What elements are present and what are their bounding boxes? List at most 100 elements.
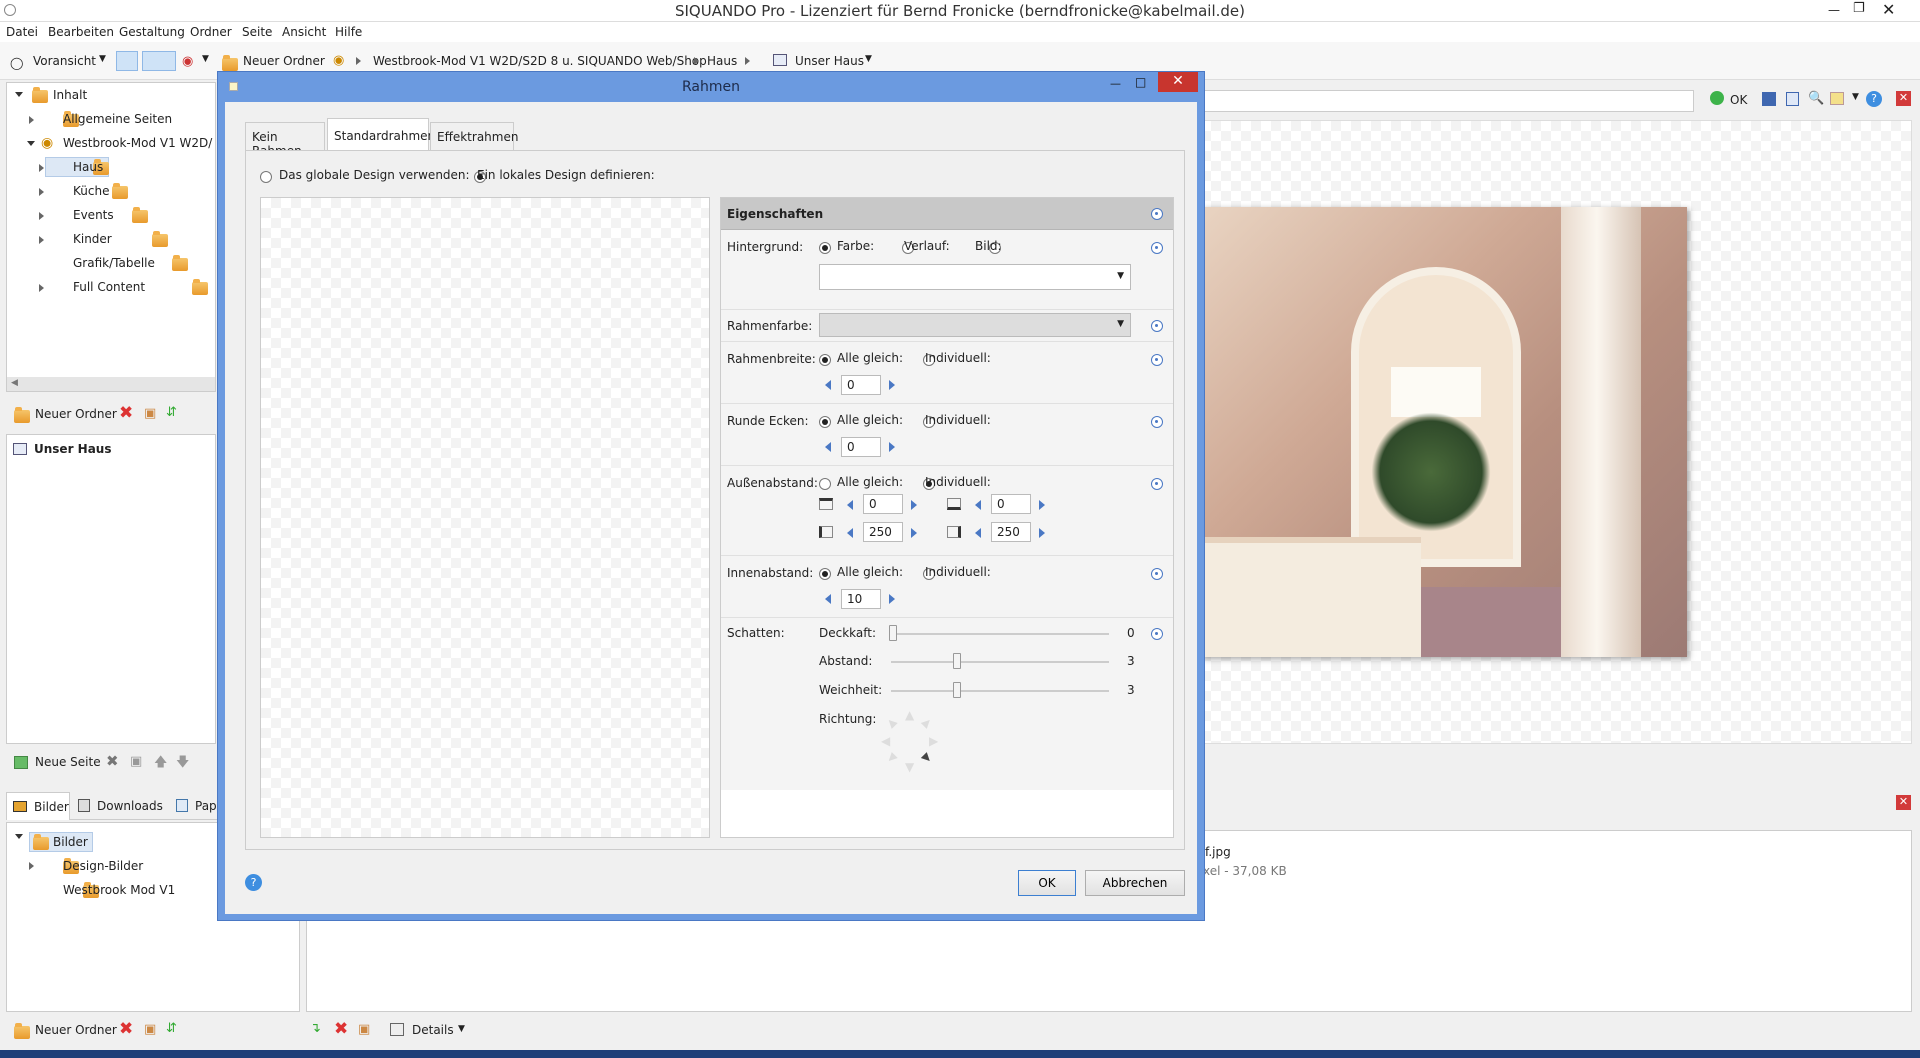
new-folder-button[interactable]: Neuer Ordner bbox=[35, 1023, 117, 1037]
page-preview-icon[interactable] bbox=[1786, 92, 1799, 106]
menu-bearbeiten[interactable]: Bearbeiten bbox=[48, 25, 114, 39]
tree-item-bilder[interactable]: Bilder bbox=[53, 835, 88, 849]
increment-icon[interactable] bbox=[889, 442, 895, 452]
maximize-icon[interactable]: □ bbox=[1135, 75, 1146, 89]
tree-item-events[interactable]: Events bbox=[73, 208, 114, 222]
decrement-icon[interactable] bbox=[825, 442, 831, 452]
breadcrumb-unser-haus[interactable]: Unser Haus bbox=[795, 54, 864, 68]
border-color-select[interactable]: ▼ bbox=[819, 313, 1131, 337]
new-page-button[interactable]: Neue Seite bbox=[35, 755, 101, 769]
close-panel-icon[interactable]: ✕ bbox=[1896, 795, 1911, 810]
direction-down-right-icon[interactable]: ▲ bbox=[920, 751, 935, 766]
ecken-all-radio[interactable] bbox=[819, 415, 831, 428]
minimize-icon[interactable]: — bbox=[1110, 77, 1121, 90]
help-icon[interactable]: ? bbox=[245, 874, 262, 891]
direction-up-right-icon[interactable]: ▲ bbox=[920, 715, 935, 730]
chevron-down-icon[interactable]: ▼ bbox=[202, 54, 209, 64]
sort-icon[interactable]: ⇵ bbox=[166, 1021, 177, 1036]
preview-button[interactable]: Voransicht bbox=[33, 54, 96, 68]
expand-icon[interactable] bbox=[39, 164, 44, 172]
margin-right-input[interactable]: 0 bbox=[991, 494, 1031, 514]
reset-icon[interactable] bbox=[1151, 354, 1163, 366]
move-down-icon[interactable]: 🡇 bbox=[176, 753, 189, 775]
close-editor-icon[interactable]: ✕ bbox=[1896, 91, 1911, 106]
search-icon[interactable]: 🔍 bbox=[1808, 91, 1824, 106]
farbe-radio[interactable] bbox=[819, 241, 831, 254]
rahmenbreite-all-radio[interactable] bbox=[819, 353, 831, 366]
expand-icon[interactable] bbox=[39, 284, 44, 292]
abstand-track[interactable] bbox=[891, 661, 1109, 663]
scroll-left-icon[interactable]: ◀ bbox=[11, 378, 18, 388]
file-name[interactable]: f.jpg bbox=[1205, 845, 1231, 859]
tab-bilder[interactable]: Bilder bbox=[6, 792, 70, 820]
increment-icon[interactable] bbox=[1039, 500, 1045, 510]
reset-icon[interactable] bbox=[1151, 568, 1163, 580]
tree-item-haus[interactable]: Haus bbox=[73, 160, 103, 174]
margin-top-input[interactable]: 0 bbox=[863, 494, 903, 514]
delete-icon[interactable]: ✖ bbox=[119, 1019, 133, 1039]
decrement-icon[interactable] bbox=[847, 528, 853, 538]
horizontal-scrollbar[interactable] bbox=[7, 377, 215, 391]
tree-item-westbrook-mod[interactable]: Westbrook Mod V1 bbox=[63, 883, 175, 897]
menu-gestaltung[interactable]: Gestaltung bbox=[119, 25, 185, 39]
delete-icon[interactable]: ✖ bbox=[106, 752, 119, 770]
rahmenbreite-input[interactable]: 0 bbox=[841, 375, 881, 395]
close-icon[interactable]: ✕ bbox=[1882, 0, 1895, 19]
tab-effektrahmen[interactable]: Effektrahmen bbox=[430, 122, 518, 150]
ok-button[interactable]: OK bbox=[1730, 93, 1747, 107]
decrement-icon[interactable] bbox=[975, 528, 981, 538]
weichheit-track[interactable] bbox=[891, 690, 1109, 692]
tree-item-design-bilder[interactable]: Design-Bilder bbox=[63, 859, 143, 873]
menu-seite[interactable]: Seite bbox=[242, 25, 272, 39]
chevron-down-icon[interactable]: ▼ bbox=[865, 54, 872, 64]
tree-item-kueche[interactable]: Küche bbox=[73, 184, 109, 198]
reset-icon[interactable] bbox=[1151, 242, 1163, 254]
deckkraft-slider[interactable] bbox=[889, 625, 897, 641]
menu-datei[interactable]: Datei bbox=[6, 25, 38, 39]
copy-icon[interactable]: ▣ bbox=[144, 1022, 156, 1037]
ecken-input[interactable]: 0 bbox=[841, 437, 881, 457]
ok-button[interactable]: OK bbox=[1018, 870, 1076, 896]
tree-item-kinder[interactable]: Kinder bbox=[73, 232, 112, 246]
expand-icon[interactable] bbox=[27, 141, 35, 150]
sort-icon[interactable]: ⇵ bbox=[166, 405, 177, 420]
increment-icon[interactable] bbox=[911, 528, 917, 538]
stamp-icon[interactable]: ◉ bbox=[182, 54, 193, 69]
direction-up-left-icon[interactable]: ▲ bbox=[884, 715, 899, 730]
expand-icon[interactable] bbox=[39, 236, 44, 244]
margin-left-input[interactable]: 250 bbox=[863, 522, 903, 542]
delete-icon[interactable]: ✖ bbox=[334, 1019, 348, 1039]
innen-all-radio[interactable] bbox=[819, 567, 831, 580]
copy-icon[interactable]: ▣ bbox=[358, 1022, 370, 1037]
direction-down-icon[interactable]: ▼ bbox=[905, 760, 914, 774]
import-icon[interactable]: ↴ bbox=[310, 1021, 321, 1036]
copy-icon[interactable]: ▣ bbox=[130, 754, 142, 769]
tree-item-inhalt[interactable]: Inhalt bbox=[53, 88, 87, 102]
new-folder-button[interactable]: Neuer Ordner bbox=[35, 407, 117, 421]
cancel-button[interactable]: Abbrechen bbox=[1085, 870, 1185, 896]
tree-item-full-content[interactable]: Full Content bbox=[73, 280, 145, 294]
tab-standardrahmen[interactable]: Standardrahmen bbox=[327, 118, 435, 151]
weichheit-slider[interactable] bbox=[953, 682, 961, 698]
tree-view-icon[interactable] bbox=[116, 51, 138, 71]
menu-ansicht[interactable]: Ansicht bbox=[282, 25, 326, 39]
restore-icon[interactable]: ❐ bbox=[1853, 1, 1865, 16]
tab-downloads[interactable]: Downloads bbox=[72, 792, 168, 820]
reset-icon[interactable] bbox=[1151, 478, 1163, 490]
margin-bottom-input[interactable]: 250 bbox=[991, 522, 1031, 542]
expand-icon[interactable] bbox=[29, 862, 34, 870]
frame-icon[interactable] bbox=[1830, 92, 1844, 105]
decrement-icon[interactable] bbox=[825, 594, 831, 604]
expand-icon[interactable] bbox=[15, 834, 23, 843]
chevron-down-icon[interactable]: ▼ bbox=[1852, 92, 1859, 102]
breadcrumb-project[interactable]: Westbrook-Mod V1 W2D/S2D 8 u. SIQUANDO W… bbox=[373, 54, 707, 68]
increment-icon[interactable] bbox=[1039, 528, 1045, 538]
tree-item-allgemeine[interactable]: Allgemeine Seiten bbox=[63, 112, 172, 126]
details-button[interactable]: Details bbox=[412, 1023, 454, 1037]
tree-item-westbrook[interactable]: Westbrook-Mod V1 W2D/S2D bbox=[63, 136, 213, 150]
copy-icon[interactable]: ▣ bbox=[144, 406, 156, 421]
direction-left-icon[interactable]: ◀ bbox=[881, 734, 890, 748]
direction-up-icon[interactable]: ▲ bbox=[905, 708, 914, 722]
design-global-radio[interactable] bbox=[260, 170, 272, 183]
tab-kein-rahmen[interactable]: Kein Rahmen bbox=[245, 122, 325, 158]
